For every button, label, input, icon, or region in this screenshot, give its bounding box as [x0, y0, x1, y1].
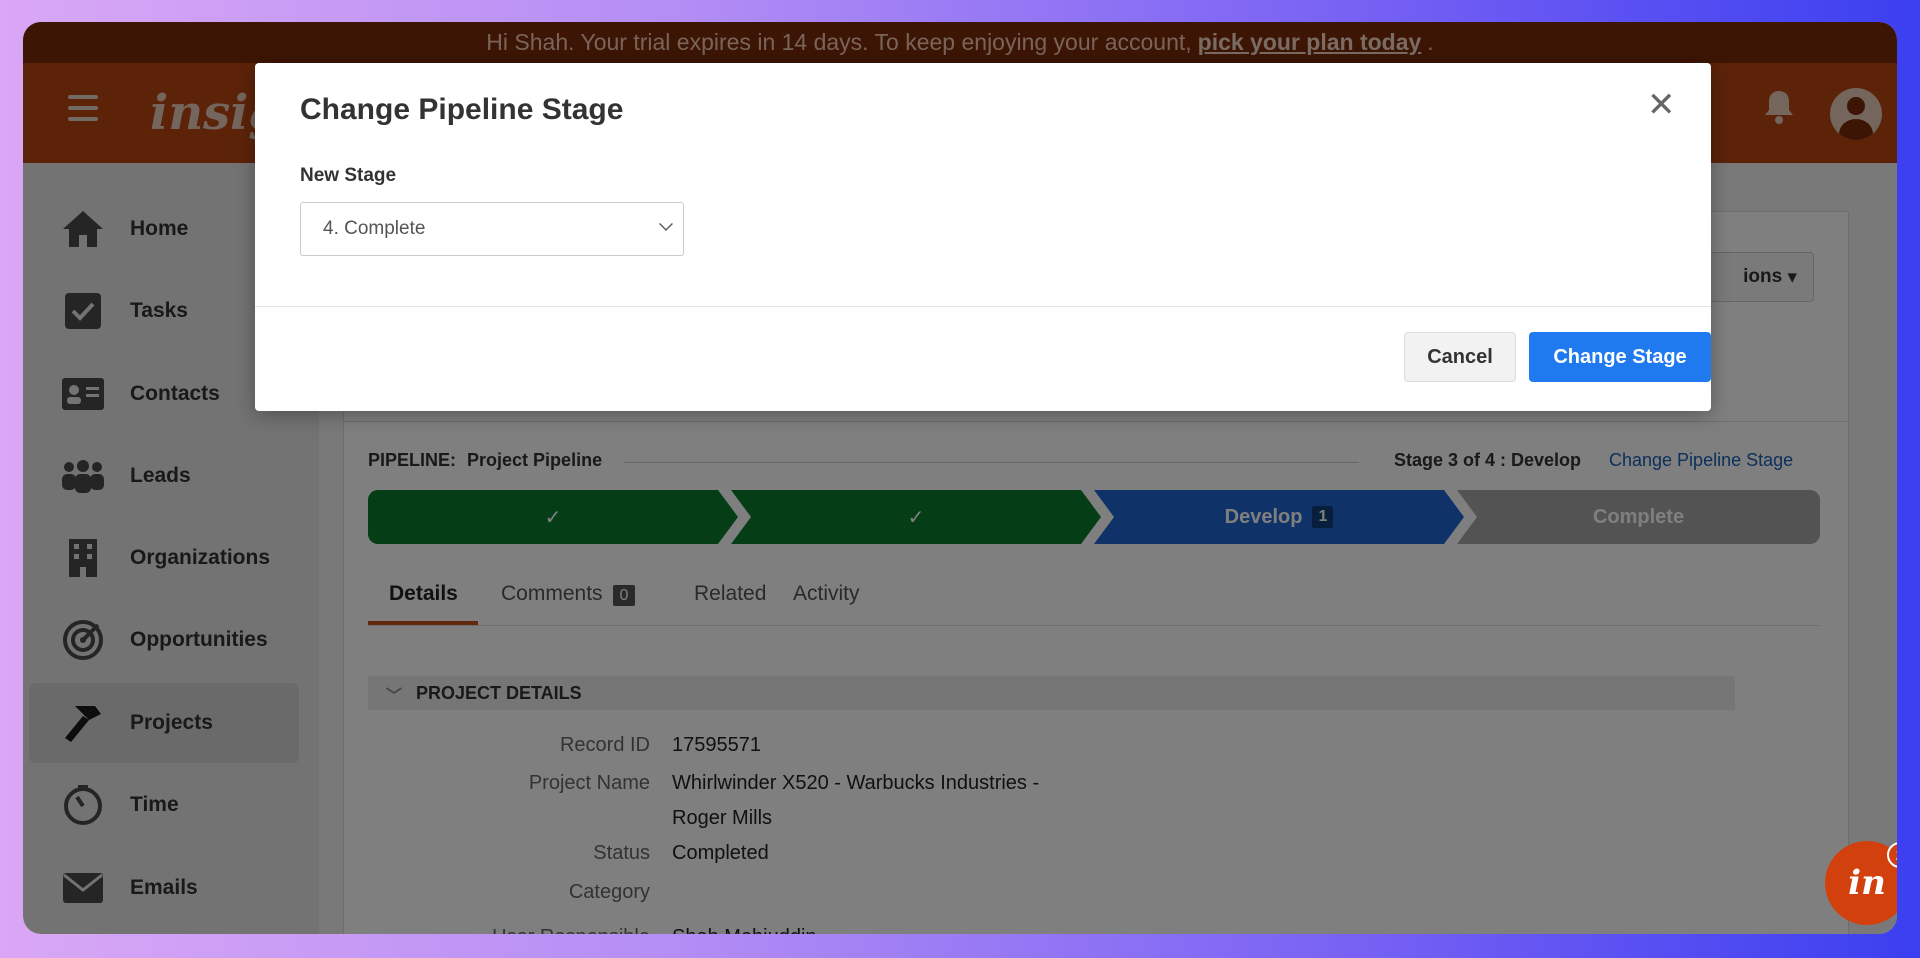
new-stage-select[interactable]: 4. Complete [300, 202, 684, 256]
app-window: Hi Shah. Your trial expires in 14 days. … [23, 22, 1897, 934]
chevron-down-icon [659, 217, 673, 231]
change-stage-button[interactable]: Change Stage [1529, 332, 1711, 382]
cancel-button[interactable]: Cancel [1404, 332, 1516, 382]
selected-stage: 4. Complete [323, 218, 426, 239]
modal-title: Change Pipeline Stage [300, 93, 624, 126]
new-stage-label: New Stage [300, 165, 397, 186]
modal-divider [255, 306, 1711, 307]
close-icon[interactable]: ✕ [1647, 85, 1676, 125]
change-stage-modal: Change Pipeline Stage ✕ New Stage 4. Com… [255, 63, 1711, 411]
